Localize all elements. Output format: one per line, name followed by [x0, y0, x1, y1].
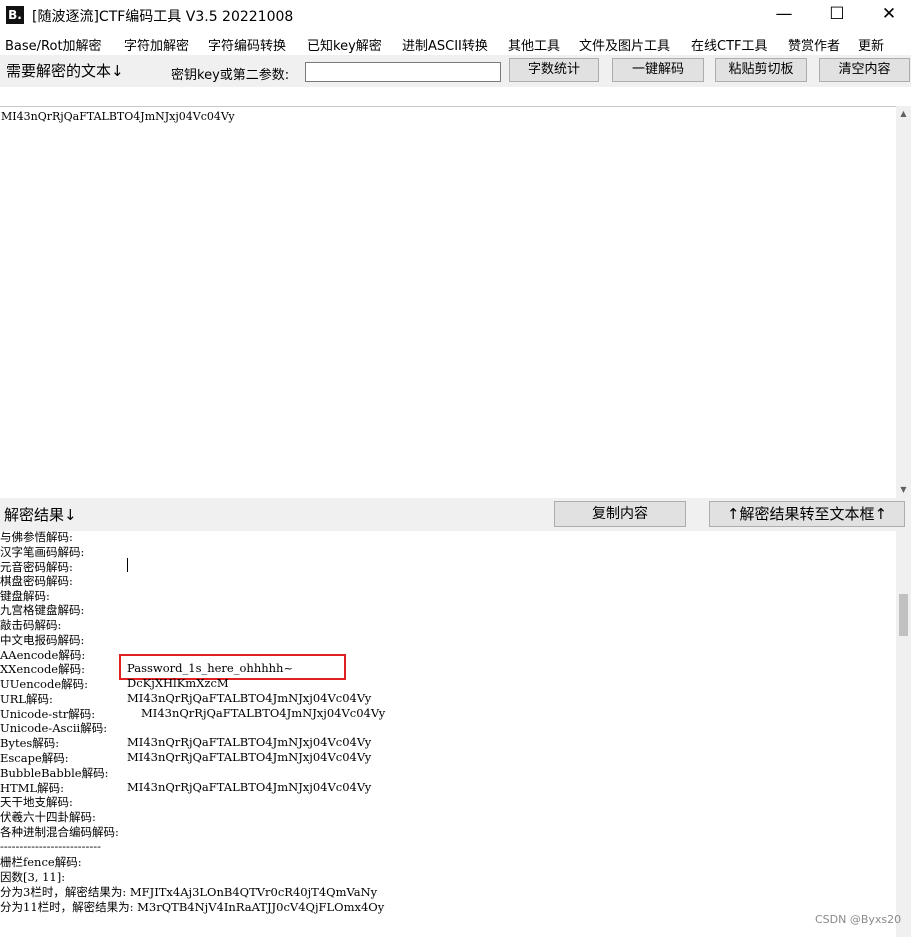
result-line: 中文电报码解码: [0, 633, 85, 647]
title-bar: B. [随波逐流]CTF编码工具 V3.5 20221008 — ☐ ✕ [0, 0, 911, 30]
result-line: 因数[3, 11]: [0, 870, 66, 884]
result-line: 伏羲六十四卦解码: [0, 810, 96, 824]
result-line: 栅栏fence解码: [0, 855, 82, 869]
result-line: Escape解码: [0, 751, 69, 765]
input-scrollbar[interactable]: ▲ ▼ [896, 106, 911, 498]
menu-bar: Base/Rot加解密 字符加解密 字符编码转换 已知key解密 进制ASCII… [0, 31, 911, 55]
menu-char-crypto[interactable]: 字符加解密 [124, 35, 189, 54]
scroll-up-icon[interactable]: ▲ [896, 106, 911, 122]
result-line: 分为11栏时，解密结果为: M3rQTB4NjV4InRaATJJ0cV4QjF… [0, 900, 385, 914]
result-line: Bytes解码: [0, 736, 60, 750]
menu-char-encoding[interactable]: 字符编码转换 [208, 35, 286, 54]
menu-known-key[interactable]: 已知key解密 [307, 35, 382, 54]
result-value: MI43nQrRjQaFTALBTO4JmNJxj04Vc04Vy [127, 735, 372, 749]
paste-clipboard-button[interactable]: 粘贴剪切板 [715, 58, 807, 82]
menu-file-image-tools[interactable]: 文件及图片工具 [579, 35, 670, 54]
result-line: 分为3栏时，解密结果为: MFJITx4Aj3LOnB4QTVr0cR40jT4… [0, 885, 378, 899]
key-input[interactable] [305, 62, 501, 82]
one-click-decode-button[interactable]: 一键解码 [612, 58, 704, 82]
menu-other-tools[interactable]: 其他工具 [508, 35, 560, 54]
text-caret [127, 558, 128, 572]
result-label: 解密结果↓ [4, 506, 77, 524]
result-line: URL解码: [0, 692, 53, 706]
result-line: 与佛参悟解码: [0, 531, 73, 544]
word-count-button[interactable]: 字数统计 [509, 58, 599, 82]
app-logo-icon: B. [6, 6, 24, 24]
result-line: UUencode解码: [0, 677, 89, 691]
clear-content-button[interactable]: 清空内容 [819, 58, 910, 82]
watermark: CSDN @Byxs20 [815, 913, 902, 926]
scroll-thumb[interactable] [899, 594, 908, 636]
result-line: 汉字笔画码解码: [0, 545, 85, 559]
result-value: MI43nQrRjQaFTALBTO4JmNJxj04Vc04Vy [127, 780, 372, 794]
result-line: BubbleBabble解码: [0, 766, 109, 780]
menu-base-rot[interactable]: Base/Rot加解密 [5, 35, 102, 54]
menu-donate[interactable]: 赞赏作者 [788, 35, 840, 54]
menu-radix-ascii[interactable]: 进制ASCII转换 [402, 35, 488, 54]
result-line: 各种进制混合编码解码: [0, 825, 119, 839]
result-value: MI43nQrRjQaFTALBTO4JmNJxj04Vc04Vy [127, 750, 372, 764]
window-title: [随波逐流]CTF编码工具 V3.5 20221008 [32, 9, 294, 25]
result-scrollbar[interactable] [896, 531, 911, 937]
transfer-result-button[interactable]: ↑解密结果转至文本框↑ [709, 501, 905, 527]
result-line: 棋盘密码解码: [0, 574, 73, 588]
result-value: DcKjXHlKmXzcM [127, 676, 229, 690]
input-textarea[interactable]: MI43nQrRjQaFTALBTO4JmNJxj04Vc04Vy [0, 106, 896, 499]
result-line: 天干地支解码: [0, 795, 73, 809]
menu-update[interactable]: 更新 [858, 35, 884, 54]
copy-content-button[interactable]: 复制内容 [554, 501, 686, 527]
separator-line: -------------------------- [0, 839, 102, 853]
scroll-down-icon[interactable]: ▼ [896, 482, 911, 498]
result-line: XXencode解码: [0, 662, 85, 676]
result-line: Unicode-Ascii解码: [0, 721, 108, 735]
close-button[interactable]: ✕ [864, 0, 911, 30]
result-bar: 解密结果↓ 复制内容 ↑解密结果转至文本框↑ [0, 498, 911, 531]
input-label: 需要解密的文本↓ [6, 62, 124, 80]
result-line: 敲击码解码: [0, 618, 62, 632]
toolbar: 需要解密的文本↓ 密钥key或第二参数: 字数统计 一键解码 粘贴剪切板 清空内… [0, 55, 911, 87]
key-label: 密钥key或第二参数: [171, 68, 290, 83]
input-text: MI43nQrRjQaFTALBTO4JmNJxj04Vc04Vy [1, 110, 235, 123]
menu-online-ctf[interactable]: 在线CTF工具 [691, 35, 768, 54]
result-value: MI43nQrRjQaFTALBTO4JmNJxj04Vc04Vy [141, 706, 386, 720]
minimize-button[interactable]: — [759, 0, 809, 30]
result-textarea[interactable]: 与佛参悟解码: 汉字笔画码解码: 元音密码解码: 棋盘密码解码: 键盘解码: 九… [0, 531, 896, 937]
maximize-button[interactable]: ☐ [812, 0, 862, 30]
result-value: MI43nQrRjQaFTALBTO4JmNJxj04Vc04Vy [127, 691, 372, 705]
result-line: 九宫格键盘解码: [0, 603, 85, 617]
